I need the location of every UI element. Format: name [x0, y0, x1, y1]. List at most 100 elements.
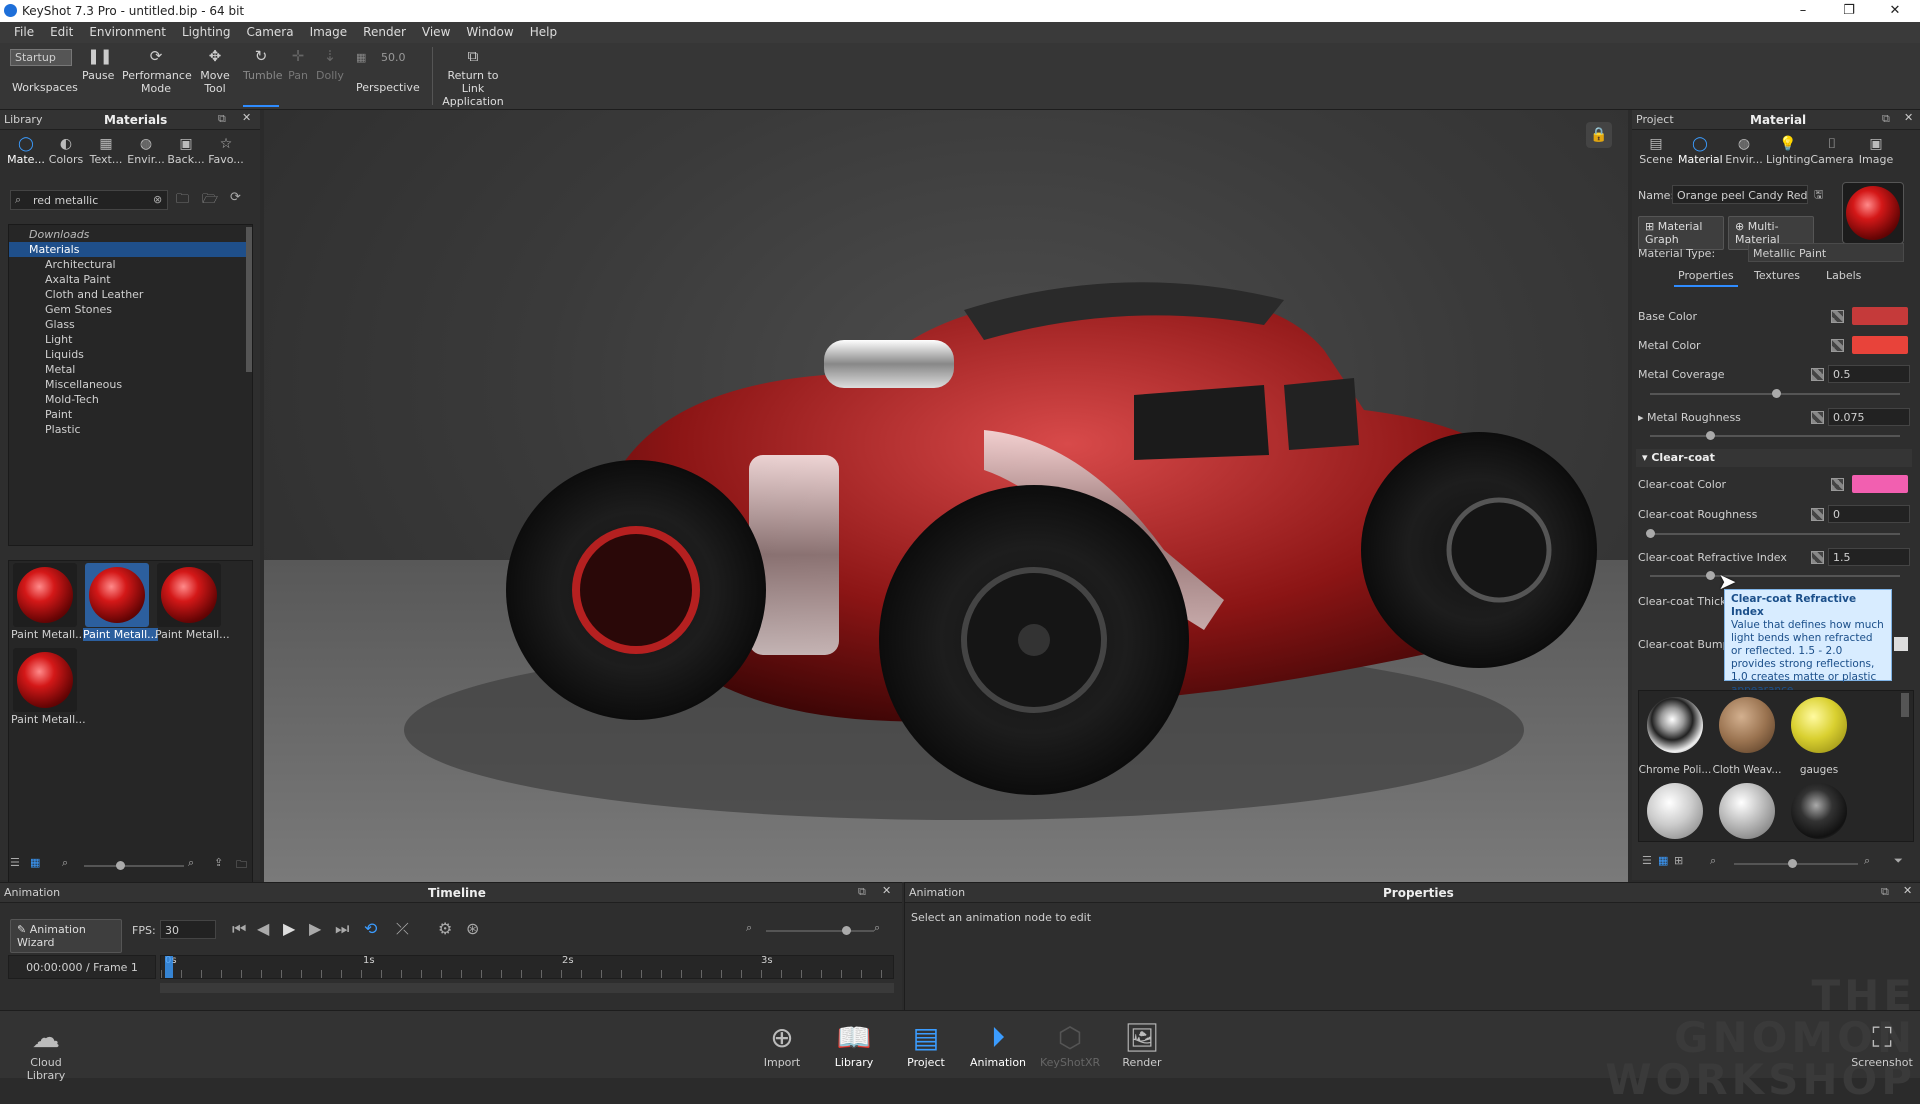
- tab-environments[interactable]: ◍ Envir...: [126, 136, 166, 166]
- subtab-properties[interactable]: Properties: [1674, 269, 1738, 287]
- tree-view-icon[interactable]: ⊞: [1674, 854, 1683, 867]
- tree-item-materials[interactable]: Materials: [9, 242, 252, 257]
- pause-button[interactable]: ❚❚ Pause: [82, 47, 114, 82]
- swatch-scrollbar[interactable]: [1901, 693, 1909, 717]
- render-button[interactable]: 🖼 Render: [1112, 1020, 1172, 1069]
- animation-wizard-button[interactable]: ✎ Animation Wizard: [10, 919, 122, 953]
- material-graph-button[interactable]: ⊞ Material Graph: [1638, 216, 1724, 250]
- loop-icon[interactable]: ⟲: [364, 919, 377, 938]
- tab-image[interactable]: ▣ Image: [1854, 136, 1898, 166]
- texture-map-icon[interactable]: [1831, 339, 1844, 352]
- material-thumb[interactable]: Paint Metall...: [155, 563, 230, 642]
- library-button[interactable]: 📖 Library: [820, 1014, 884, 1070]
- close-panel-icon[interactable]: ✕: [1903, 884, 1912, 897]
- texture-map-icon[interactable]: [1831, 478, 1844, 491]
- play-icon[interactable]: ▶: [283, 919, 295, 938]
- menu-environment[interactable]: Environment: [81, 22, 174, 43]
- tree-item[interactable]: Paint: [9, 407, 252, 422]
- metal-color-swatch[interactable]: [1852, 336, 1908, 354]
- grid-view-icon[interactable]: ▦: [30, 856, 40, 869]
- cloud-library-button[interactable]: ☁ Cloud Library: [16, 1020, 76, 1082]
- list-view-icon[interactable]: ☰: [10, 856, 20, 869]
- tree-item[interactable]: Liquids: [9, 347, 252, 362]
- clearcoat-section-header[interactable]: ▾ Clear-coat: [1636, 449, 1912, 467]
- timeline-scrollbar[interactable]: [160, 983, 894, 993]
- tab-environment[interactable]: ◍ Envir...: [1722, 136, 1766, 166]
- base-color-swatch[interactable]: [1852, 307, 1908, 325]
- render-viewport[interactable]: 🔒: [264, 110, 1628, 882]
- minimize-button[interactable]: –: [1780, 0, 1826, 22]
- material-preview[interactable]: [1842, 182, 1904, 244]
- zoom-in-icon[interactable]: ⌕: [188, 856, 194, 870]
- tab-favorites[interactable]: ☆ Favo...: [206, 136, 246, 166]
- tree-item[interactable]: Gem Stones: [9, 302, 252, 317]
- texture-map-icon[interactable]: [1811, 551, 1824, 564]
- import-folder-icon[interactable]: 🗀: [236, 856, 247, 875]
- menu-edit[interactable]: Edit: [42, 22, 81, 43]
- close-panel-icon[interactable]: ✕: [882, 884, 891, 897]
- tab-textures[interactable]: ▦ Text...: [86, 136, 126, 166]
- bump-checkbox[interactable]: [1894, 637, 1908, 651]
- new-folder-icon[interactable]: 🗁: [202, 190, 218, 212]
- metal-roughness-input[interactable]: 0.075: [1828, 408, 1910, 426]
- thumb-size-slider[interactable]: [84, 861, 184, 870]
- close-panel-icon[interactable]: ✕: [1904, 111, 1913, 124]
- return-link-button[interactable]: ⧉ Return to Link Application: [436, 47, 510, 108]
- material-thumb-selected[interactable]: Paint Metall...: [83, 563, 158, 642]
- camera-keys-icon[interactable]: ⊛: [466, 919, 479, 938]
- menu-render[interactable]: Render: [355, 22, 414, 43]
- subtab-labels[interactable]: Labels: [1826, 269, 1861, 282]
- material-thumb[interactable]: Paint Metall...: [11, 563, 86, 642]
- tab-colors[interactable]: ◐ Colors: [46, 136, 86, 166]
- timeline-track[interactable]: 0s 1s 2s 3s: [160, 955, 895, 979]
- upload-icon[interactable]: ⇪: [214, 856, 223, 869]
- swatch-white[interactable]: [1645, 783, 1705, 839]
- performance-mode-button[interactable]: ⟳ Performance Mode: [122, 47, 192, 95]
- close-panel-icon[interactable]: ✕: [242, 111, 251, 124]
- swatch-silver[interactable]: [1717, 783, 1777, 839]
- clearcoat-roughness-slider[interactable]: [1646, 529, 1900, 538]
- texture-map-icon[interactable]: [1831, 310, 1844, 323]
- metal-coverage-input[interactable]: 0.5: [1828, 365, 1910, 383]
- tree-item[interactable]: Architectural: [9, 257, 252, 272]
- tree-item-downloads[interactable]: Downloads: [9, 227, 252, 242]
- workspace-select[interactable]: Startup: [10, 49, 72, 66]
- tree-item[interactable]: Mold-Tech: [9, 392, 252, 407]
- search-input[interactable]: ⌕ red metallic ⊗: [10, 190, 168, 210]
- clearcoat-color-swatch[interactable]: [1852, 475, 1908, 493]
- lock-icon[interactable]: 🔒: [1586, 122, 1612, 148]
- screenshot-button[interactable]: ⛶ Screenshot: [1850, 1020, 1914, 1069]
- menu-help[interactable]: Help: [522, 22, 565, 43]
- metal-coverage-slider[interactable]: [1650, 389, 1900, 398]
- swatch-chrome[interactable]: [1645, 697, 1705, 763]
- perspective-label[interactable]: Perspective: [356, 81, 420, 94]
- menu-file[interactable]: File: [6, 22, 42, 43]
- jump-start-icon[interactable]: ⏮: [232, 919, 246, 939]
- project-button[interactable]: ▤ Project: [892, 1014, 956, 1070]
- menu-image[interactable]: Image: [302, 22, 356, 43]
- grid-view-icon[interactable]: ▦: [1658, 854, 1668, 867]
- filter-icon[interactable]: ⏷: [1894, 854, 1903, 868]
- playhead[interactable]: [165, 956, 173, 978]
- move-tool-button[interactable]: ✥ Move Tool: [200, 47, 230, 95]
- swatch-black[interactable]: [1789, 783, 1849, 839]
- clearcoat-ior-input[interactable]: 1.5: [1828, 548, 1910, 566]
- timeline-zoom-in-icon[interactable]: ⌕: [874, 921, 880, 935]
- tree-item[interactable]: Axalta Paint: [9, 272, 252, 287]
- clearcoat-roughness-input[interactable]: 0: [1828, 505, 1910, 523]
- tab-lighting[interactable]: 💡 Lighting: [1766, 136, 1810, 166]
- animation-button[interactable]: ⏵ Animation: [964, 1014, 1028, 1070]
- undock-icon[interactable]: ⧉: [1881, 885, 1889, 899]
- save-material-icon[interactable]: 🖫: [1814, 186, 1823, 205]
- swatch-size-slider[interactable]: [1734, 859, 1858, 868]
- subtab-textures[interactable]: Textures: [1754, 269, 1800, 282]
- material-type-select[interactable]: Metallic Paint: [1748, 243, 1904, 262]
- swatch-gauges[interactable]: [1789, 697, 1849, 763]
- settings-icon[interactable]: ⚙: [438, 919, 452, 938]
- fov-value[interactable]: 50.0: [381, 51, 406, 64]
- menu-window[interactable]: Window: [458, 22, 521, 43]
- zoom-out-icon[interactable]: ⌕: [62, 856, 68, 870]
- tab-material[interactable]: ◯ Material: [1678, 136, 1723, 166]
- menu-lighting[interactable]: Lighting: [174, 22, 239, 43]
- metal-roughness-slider[interactable]: [1650, 431, 1900, 440]
